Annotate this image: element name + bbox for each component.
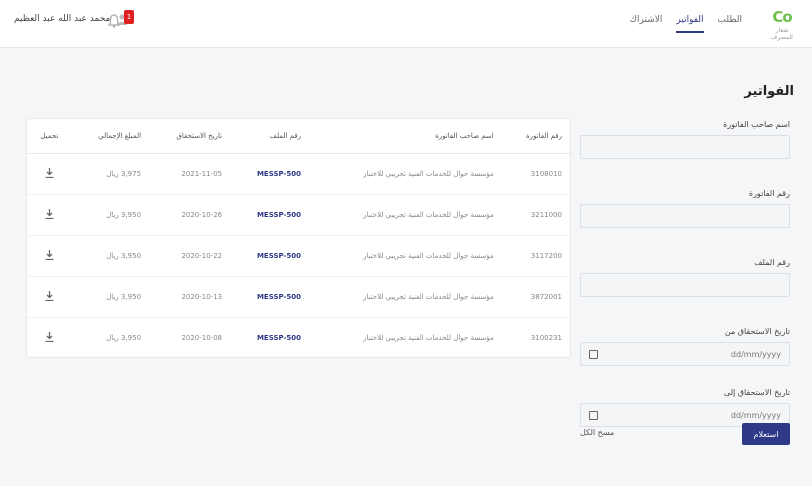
- invoice-number-cell: 3108010: [530, 169, 562, 178]
- download-cell: [27, 276, 72, 317]
- customer-name-cell: مؤسسة جوال للخدمات الفنية تجريبي للاختبا…: [363, 210, 494, 219]
- download-icon[interactable]: [45, 331, 54, 342]
- table-header-row: رقم الفاتورة اسم صاحب الفاتورة رقم الملف…: [27, 119, 570, 153]
- download-icon[interactable]: [45, 167, 54, 178]
- brand-mark: Co: [764, 8, 800, 26]
- download-cell: [27, 153, 72, 194]
- clear-all-button[interactable]: مسح الكل: [580, 428, 614, 437]
- header-invoice-number[interactable]: رقم الفاتورة: [502, 119, 570, 153]
- invoice-number-label: رقم الفاتورة: [748, 189, 790, 198]
- search-button[interactable]: استعلام: [742, 423, 790, 445]
- table-row[interactable]: 3108010 مؤسسة جوال للخدمات الفنية تجريبي…: [27, 153, 570, 194]
- customer-name-cell: مؤسسة جوال للخدمات الفنية تجريبي للاختبا…: [363, 251, 494, 260]
- download-icon[interactable]: [45, 249, 54, 260]
- nav-item-subscription[interactable]: الاشتراك: [630, 15, 663, 33]
- invoice-number-cell: 3211000: [530, 210, 562, 219]
- download-icon[interactable]: [45, 290, 54, 301]
- invoice-number-cell: 3100231: [530, 333, 562, 342]
- header-customer-name[interactable]: اسم صاحب الفاتورة: [309, 119, 502, 153]
- customer-name-cell: مؤسسة جوال للخدمات الفنية تجريبي للاختبا…: [363, 333, 494, 342]
- file-number-cell: MESSP-500: [256, 292, 302, 301]
- total-amount-cell: 3,975 ريال: [106, 169, 142, 178]
- notification-badge: 1: [124, 10, 134, 24]
- file-number-cell: MESSP-500: [256, 251, 302, 260]
- table-row[interactable]: 3117200 مؤسسة جوال للخدمات الفنية تجريبي…: [27, 235, 570, 276]
- table-row[interactable]: 3211000 مؤسسة جوال للخدمات الفنية تجريبي…: [27, 194, 570, 235]
- calendar-icon[interactable]: [589, 410, 598, 420]
- page-title: الفواتير: [744, 84, 794, 99]
- customer-name-field: اسم صاحب الفاتورة: [580, 120, 790, 159]
- brand-logo[interactable]: Co شعار المصرف: [764, 8, 800, 41]
- invoices-table: رقم الفاتورة اسم صاحب الفاتورة رقم الملف…: [26, 118, 571, 358]
- user-name: محمد عبد الله عبد العظيم: [14, 14, 111, 24]
- download-cell: [27, 317, 72, 357]
- due-date-cell: 2021-11-05: [181, 169, 223, 178]
- customer-name-label: اسم صاحب الفاتورة: [723, 120, 790, 129]
- file-number-cell: MESSP-500: [256, 333, 302, 342]
- download-icon[interactable]: [45, 208, 54, 219]
- due-from-field: تاريخ الاستحقاق من dd/mm/yyyy: [580, 327, 790, 366]
- table-row[interactable]: 3100231 مؤسسة جوال للخدمات الفنية تجريبي…: [27, 317, 570, 357]
- brand-mark-b: o: [782, 8, 792, 26]
- file-number-input[interactable]: [580, 273, 790, 297]
- filter-panel: اسم صاحب الفاتورة رقم الفاتورة رقم الملف…: [580, 120, 790, 449]
- due-date-cell: 2020-10-08: [181, 333, 223, 342]
- total-amount-cell: 3,950 ريال: [106, 210, 142, 219]
- top-bar: Co شعار المصرف الطلب الفواتير الاشتراك م…: [0, 0, 812, 48]
- invoice-number-cell: 3117200: [530, 251, 562, 260]
- invoice-number-input[interactable]: [580, 204, 790, 228]
- header-file-number[interactable]: رقم الملف: [230, 119, 309, 153]
- header-total-amount[interactable]: المبلغ الإجمالي: [72, 119, 149, 153]
- nav-item-invoices[interactable]: الفواتير: [676, 15, 704, 33]
- bell-icon[interactable]: [108, 14, 120, 28]
- download-cell: [27, 235, 72, 276]
- due-from-placeholder: dd/mm/yyyy: [730, 349, 781, 359]
- file-number-label: رقم الملف: [754, 258, 790, 267]
- total-amount-cell: 3,950 ريال: [106, 333, 142, 342]
- invoice-number-cell: 3872001: [530, 292, 562, 301]
- file-number-cell: MESSP-500: [256, 169, 302, 178]
- due-date-cell: 2020-10-26: [181, 210, 223, 219]
- due-date-cell: 2020-10-22: [181, 251, 223, 260]
- total-amount-cell: 3,950 ريال: [106, 251, 142, 260]
- nav-item-requests[interactable]: الطلب: [718, 15, 742, 33]
- calendar-icon[interactable]: [589, 349, 598, 359]
- invoice-number-field: رقم الفاتورة: [580, 189, 790, 228]
- download-cell: [27, 194, 72, 235]
- due-from-label: تاريخ الاستحقاق من: [724, 327, 790, 336]
- brand-subtitle: شعار المصرف: [771, 27, 793, 41]
- due-from-input[interactable]: dd/mm/yyyy: [580, 342, 790, 366]
- table-row[interactable]: 3872001 مؤسسة جوال للخدمات الفنية تجريبي…: [27, 276, 570, 317]
- file-number-field: رقم الملف: [580, 258, 790, 297]
- total-amount-cell: 3,950 ريال: [106, 292, 142, 301]
- brand-mark-a: C: [772, 8, 783, 26]
- customer-name-cell: مؤسسة جوال للخدمات الفنية تجريبي للاختبا…: [363, 292, 494, 301]
- due-to-placeholder: dd/mm/yyyy: [730, 410, 781, 420]
- due-to-field: تاريخ الاستحقاق إلى dd/mm/yyyy: [580, 388, 790, 427]
- due-date-cell: 2020-10-13: [181, 292, 223, 301]
- filter-actions: استعلام مسح الكل: [580, 423, 790, 447]
- file-number-cell: MESSP-500: [256, 210, 302, 219]
- due-to-label: تاريخ الاستحقاق إلى: [723, 388, 790, 397]
- customer-name-cell: مؤسسة جوال للخدمات الفنية تجريبي للاختبا…: [363, 169, 494, 178]
- customer-name-input[interactable]: [580, 135, 790, 159]
- header-download: تحميل: [40, 131, 59, 140]
- main-nav: الطلب الفواتير الاشتراك: [630, 15, 742, 33]
- header-due-date[interactable]: تاريخ الاستحقاق: [149, 119, 230, 153]
